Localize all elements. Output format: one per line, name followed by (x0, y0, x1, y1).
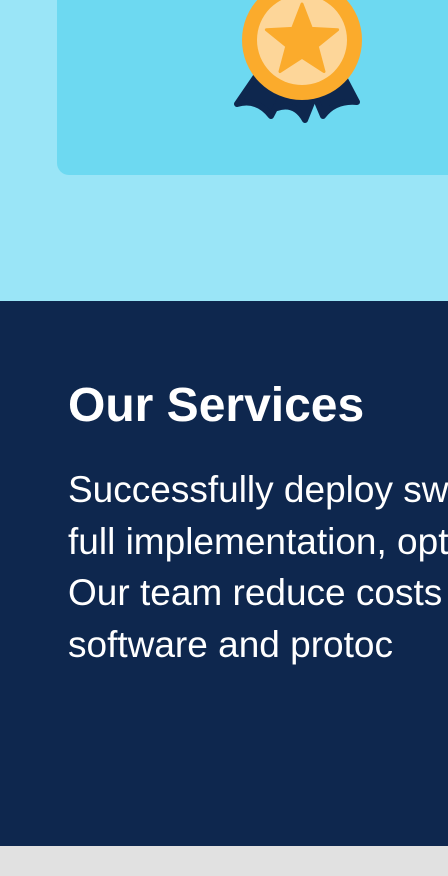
services-description: Successfully deploy switches with a full… (68, 469, 448, 665)
services-section: Our Services Successfully deploy switche… (0, 301, 448, 846)
award-medal-icon (234, 0, 362, 123)
page: Our Services Successfully deploy switche… (0, 0, 448, 876)
hero-card (57, 0, 448, 175)
services-title: Our Services (68, 379, 365, 432)
footer-strip (0, 846, 448, 876)
hero-section (0, 0, 448, 301)
